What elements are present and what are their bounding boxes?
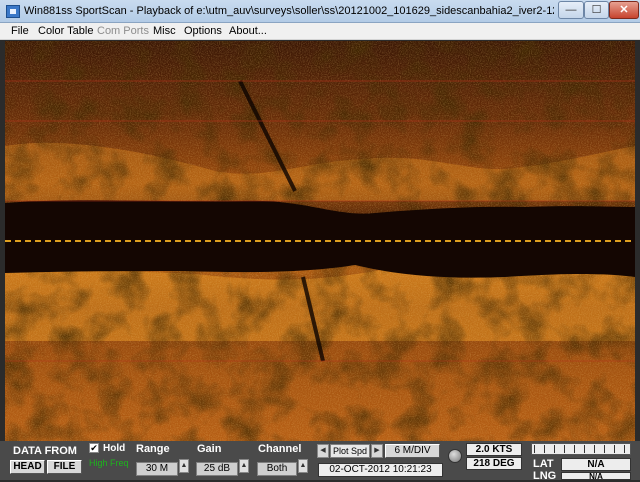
plot-speed-field: Plot Spd bbox=[330, 444, 370, 458]
menu-misc[interactable]: Misc bbox=[153, 25, 176, 37]
speed-display: 2.0 KTS bbox=[466, 443, 522, 456]
data-from-label: DATA FROM bbox=[13, 445, 77, 457]
high-freq-label: High Freq bbox=[89, 458, 129, 468]
date-time-display: 02-OCT-2012 10:21:23 bbox=[318, 463, 443, 477]
heading-display: 218 DEG bbox=[466, 457, 522, 470]
lat-label: LAT bbox=[533, 458, 554, 470]
plot-speed-increase-button[interactable]: ▶ bbox=[371, 444, 383, 458]
division-button[interactable]: 6 M/DIV bbox=[385, 444, 440, 458]
app-icon bbox=[6, 5, 20, 18]
bearing-scale-ticks bbox=[534, 445, 628, 453]
control-panel: DATA FROM HEAD FILE ✔ Hold High Freq Ran… bbox=[0, 441, 640, 482]
menu-bar: File Color Table Com Ports Misc Options … bbox=[0, 23, 640, 40]
menu-color-table[interactable]: Color Table bbox=[38, 25, 93, 37]
menu-file[interactable]: File bbox=[11, 25, 29, 37]
channel-label: Channel bbox=[258, 443, 302, 455]
gain-spin-up[interactable]: ▲ bbox=[239, 459, 249, 473]
maximize-button[interactable]: ☐ bbox=[584, 1, 609, 19]
hold-checkbox[interactable]: ✔ bbox=[89, 443, 99, 453]
plot-speed-decrease-button[interactable]: ◀ bbox=[317, 444, 329, 458]
range-value: 30 M bbox=[136, 462, 178, 476]
window-title-bar[interactable]: Win881ss SportScan - Playback of e:\utm_… bbox=[0, 0, 640, 23]
hold-label: Hold bbox=[103, 443, 126, 454]
status-indicator-icon bbox=[448, 449, 462, 463]
menu-options[interactable]: Options bbox=[184, 25, 222, 37]
minimize-button[interactable]: — bbox=[558, 1, 584, 19]
channel-value: Both bbox=[257, 462, 297, 476]
water-column bbox=[5, 200, 635, 278]
file-button[interactable]: FILE bbox=[47, 460, 82, 474]
lng-value: N/A bbox=[561, 472, 631, 480]
menu-about[interactable]: About... bbox=[229, 25, 267, 37]
sidescan-sonar-display[interactable] bbox=[5, 41, 635, 441]
head-button[interactable]: HEAD bbox=[10, 460, 45, 474]
window-title: Win881ss SportScan - Playback of e:\utm_… bbox=[24, 5, 554, 17]
channel-spin-up[interactable]: ▲ bbox=[298, 459, 308, 473]
menu-com-ports: Com Ports bbox=[97, 25, 149, 37]
range-label: Range bbox=[136, 443, 170, 455]
gain-label: Gain bbox=[197, 443, 222, 455]
lat-value: N/A bbox=[561, 458, 631, 471]
bearing-scale bbox=[531, 443, 631, 455]
close-button[interactable]: ✕ bbox=[609, 1, 639, 19]
range-spin-up[interactable]: ▲ bbox=[179, 459, 189, 473]
lng-label: LNG bbox=[533, 470, 557, 482]
gain-value: 25 dB bbox=[196, 462, 238, 476]
